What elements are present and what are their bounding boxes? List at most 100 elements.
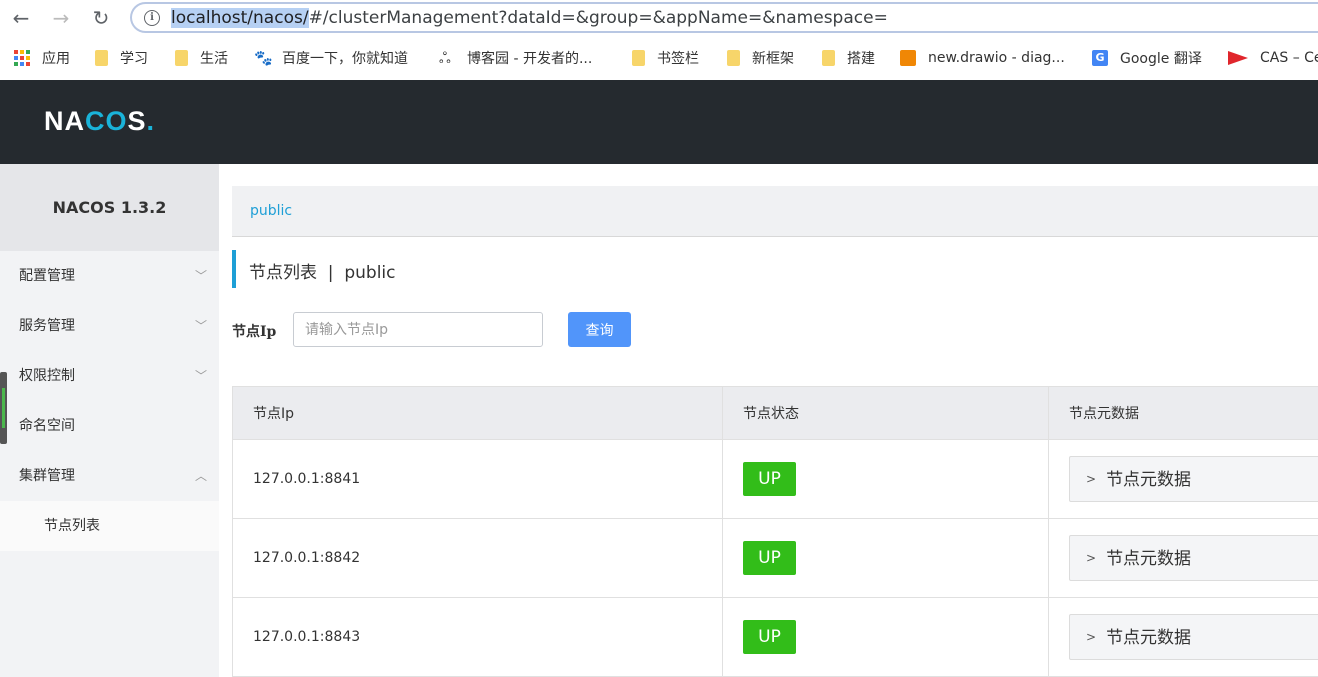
chevron-up-icon: ︿: [194, 469, 207, 483]
chevron-right-icon: >: [1086, 630, 1097, 644]
bookmark-folder-frameworks[interactable]: 新框架: [727, 47, 794, 69]
forward-arrow-icon[interactable]: →: [49, 6, 73, 30]
node-ip-input[interactable]: [293, 312, 543, 347]
apps-grid-icon: [14, 50, 30, 66]
bookmark-label: 学习: [120, 51, 148, 67]
sidebar-item-label: 权限控制: [19, 368, 75, 384]
bookmark-label: 博客园 - 开发者的...: [467, 51, 593, 67]
query-button[interactable]: 查询: [568, 312, 631, 347]
metadata-expander[interactable]: > 节点元数据: [1069, 456, 1318, 502]
node-ip-cell: 127.0.0.1:8841: [232, 439, 723, 519]
reload-icon[interactable]: ↻: [89, 6, 113, 30]
column-header-status: 节点状态: [722, 386, 1049, 440]
bookmark-folder-setup[interactable]: 搭建: [822, 47, 875, 69]
namespace-breadcrumb: public: [232, 186, 1318, 237]
bookmark-label: 书签栏: [657, 51, 699, 67]
chevron-down-icon: ﹀: [194, 269, 207, 283]
metadata-label: 节点元数据: [1106, 549, 1192, 569]
sidebar-version-title: NACOS 1.3.2: [0, 164, 219, 251]
metadata-cell: > 节点元数据: [1048, 439, 1318, 519]
logo-text-accent: CO: [85, 106, 128, 136]
bookmark-label: 生活: [200, 51, 228, 67]
folder-icon: [95, 50, 108, 66]
cas-flag-icon: [1228, 51, 1248, 65]
bookmark-label: CAS – Ce: [1260, 50, 1318, 66]
metadata-label: 节点元数据: [1106, 470, 1192, 490]
bookmark-folder-study[interactable]: 学习: [95, 47, 148, 69]
scrollbar-handle[interactable]: [0, 372, 7, 444]
address-bar[interactable]: i localhost/nacos/#/clusterManagement?da…: [130, 2, 1318, 33]
baidu-paw-icon: 🐾: [254, 49, 273, 67]
sidebar-item-label: 命名空间: [19, 418, 75, 434]
column-header-metadata: 节点元数据: [1048, 386, 1318, 440]
bookmark-cas[interactable]: CAS – Ce: [1228, 47, 1318, 69]
folder-icon: [822, 50, 835, 66]
cnblogs-icon: ஃ: [439, 49, 451, 67]
logo-dot: .: [146, 106, 156, 136]
status-cell: UP: [722, 597, 1049, 677]
metadata-expander[interactable]: > 节点元数据: [1069, 535, 1318, 581]
bookmark-label: Google 翻译: [1120, 51, 1202, 67]
nacos-logo[interactable]: NACOS.: [44, 106, 155, 137]
folder-icon: [632, 50, 645, 66]
sidebar-item-cluster[interactable]: 集群管理 ︿: [0, 451, 219, 501]
status-cell: UP: [722, 518, 1049, 598]
status-badge: UP: [743, 541, 796, 575]
node-table: 节点Ip 节点状态 节点元数据 127.0.0.1:8841 UP > 节点元数据…: [232, 386, 1318, 677]
sidebar-item-config[interactable]: 配置管理 ﹀: [0, 251, 219, 301]
logo-text: S: [127, 106, 147, 136]
node-ip-label: 节点Ip: [232, 324, 277, 340]
chevron-down-icon: ﹀: [194, 369, 207, 383]
app-header: NACOS.: [0, 80, 1318, 164]
chevron-down-icon: ﹀: [194, 319, 207, 333]
bookmark-label: 搭建: [847, 51, 875, 67]
column-header-ip: 节点Ip: [232, 386, 723, 440]
url-text[interactable]: localhost/nacos/#/clusterManagement?data…: [171, 8, 888, 28]
sidebar-item-service[interactable]: 服务管理 ﹀: [0, 301, 219, 351]
folder-icon: [727, 50, 740, 66]
chevron-right-icon: >: [1086, 551, 1097, 565]
bookmark-label: 新框架: [752, 51, 794, 67]
sidebar-item-namespace[interactable]: 命名空间: [0, 401, 219, 451]
info-icon[interactable]: i: [144, 10, 160, 26]
sidebar-item-label: 集群管理: [19, 468, 75, 484]
table-row: 127.0.0.1:8843 UP > 节点元数据: [232, 597, 1318, 677]
drawio-icon: [900, 50, 916, 66]
metadata-expander[interactable]: > 节点元数据: [1069, 614, 1318, 660]
table-row: 127.0.0.1:8841 UP > 节点元数据: [232, 439, 1318, 519]
back-arrow-icon[interactable]: ←: [9, 6, 33, 30]
bookmark-baidu[interactable]: 🐾 百度一下，你就知道: [254, 47, 408, 69]
sidebar: NACOS 1.3.2 配置管理 ﹀ 服务管理 ﹀ 权限控制 ﹀ 命名空间 集群…: [0, 164, 219, 677]
bookmark-label: 应用: [42, 51, 70, 67]
metadata-label: 节点元数据: [1106, 628, 1192, 648]
metadata-cell: > 节点元数据: [1048, 597, 1318, 677]
url-host: localhost/nacos/: [171, 8, 309, 28]
bookmark-folder-life[interactable]: 生活: [175, 47, 228, 69]
sidebar-item-auth[interactable]: 权限控制 ﹀: [0, 351, 219, 401]
url-path: #/clusterManagement?dataId=&group=&appNa…: [308, 8, 888, 28]
google-translate-icon: G: [1092, 50, 1108, 66]
bookmarks-bar: 应用 学习 生活 🐾 百度一下，你就知道 ஃ 博客园 - 开发者的... 书签栏…: [0, 36, 1318, 80]
namespace-link[interactable]: public: [250, 203, 292, 219]
status-cell: UP: [722, 439, 1049, 519]
folder-icon: [175, 50, 188, 66]
bookmark-cnblogs[interactable]: ஃ 博客园 - 开发者的...: [439, 47, 592, 69]
table-header-row: 节点Ip 节点状态 节点元数据: [232, 386, 1318, 440]
bookmark-folder-bookmarks[interactable]: 书签栏: [632, 47, 699, 69]
bookmark-drawio[interactable]: new.drawio - diag...: [900, 47, 1065, 69]
status-badge: UP: [743, 620, 796, 654]
bookmark-apps[interactable]: 应用: [14, 47, 70, 69]
table-row: 127.0.0.1:8842 UP > 节点元数据: [232, 518, 1318, 598]
metadata-cell: > 节点元数据: [1048, 518, 1318, 598]
bookmark-google-translate[interactable]: G Google 翻译: [1092, 47, 1202, 69]
chevron-right-icon: >: [1086, 472, 1097, 486]
bookmark-label: new.drawio - diag...: [928, 50, 1065, 66]
sidebar-item-label: 配置管理: [19, 268, 75, 284]
logo-text: NA: [44, 106, 85, 136]
status-badge: UP: [743, 462, 796, 496]
node-ip-cell: 127.0.0.1:8842: [232, 518, 723, 598]
bookmark-label: 百度一下，你就知道: [282, 51, 408, 67]
browser-toolbar: ← → ↻ i localhost/nacos/#/clusterManagem…: [0, 0, 1318, 36]
node-ip-cell: 127.0.0.1:8843: [232, 597, 723, 677]
sidebar-subitem-node-list[interactable]: 节点列表: [0, 501, 219, 551]
